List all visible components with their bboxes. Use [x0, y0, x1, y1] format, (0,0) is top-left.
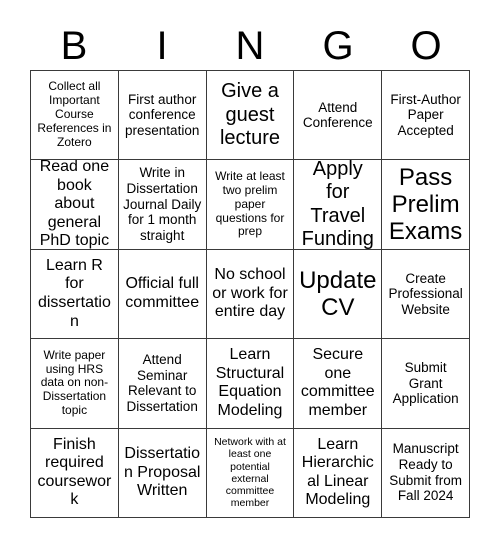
bingo-cell-r3c3[interactable]: No school or work for entire day [206, 249, 295, 340]
bingo-cell-label: Learn Hierarchical Linear Modeling [301, 435, 374, 509]
bingo-cell-label: Write paper using HRS data on non-Disser… [40, 347, 109, 418]
bingo-cell-r2c5[interactable]: Pass Prelim Exams [382, 160, 470, 250]
bingo-cell-label: Update CV [299, 266, 377, 321]
bingo-cell-r2c4[interactable]: Apply for Travel Funding [294, 160, 383, 250]
bingo-cell-label: Apply for Travel Funding [301, 160, 374, 250]
bingo-cell-r4c3[interactable]: Learn Structural Equation Modeling [206, 339, 295, 429]
bingo-cell-label: No school or work for entire day [212, 266, 288, 321]
bingo-letter-o: O [410, 24, 442, 68]
bingo-cell-label: Read one book about general PhD topic [39, 160, 110, 250]
bingo-letter-g: G [322, 24, 354, 68]
bingo-cell-label: Collect all Important Course References … [37, 79, 112, 150]
bingo-header: B I N G O [30, 22, 470, 70]
bingo-cell-r5c1[interactable]: Finish required coursework [31, 428, 119, 518]
bingo-card: B I N G O Collect all Important Course R… [0, 0, 500, 544]
bingo-cell-label: Create Professional Website [388, 270, 463, 317]
bingo-cell-label: Finish required coursework [37, 435, 112, 509]
bingo-cell-label: Write at least two prelim paper question… [215, 168, 285, 239]
bingo-letter-b: B [60, 24, 88, 68]
bingo-cell-label: First author conference presentation [125, 91, 200, 139]
bingo-cell-label: Network with at least one potential exte… [214, 436, 286, 510]
bingo-cell-r1c4[interactable]: Attend Conference [294, 71, 383, 161]
bingo-cell-r1c5[interactable]: First-Author Paper Accepted [382, 71, 470, 161]
bingo-cell-r4c2[interactable]: Attend Seminar Relevant to Dissertation [118, 339, 207, 429]
bingo-cell-label: Official full committee [125, 275, 200, 311]
bingo-cell-r2c2[interactable]: Write in Dissertation Journal Daily for … [118, 160, 207, 250]
bingo-cell-label: Pass Prelim Exams [388, 163, 463, 246]
bingo-cell-label: Write in Dissertation Journal Daily for … [123, 165, 202, 244]
bingo-cell-label: First-Author Paper Accepted [390, 91, 461, 139]
bingo-cell-r5c5[interactable]: Manuscript Ready to Submit from Fall 202… [382, 428, 470, 518]
bingo-cell-r2c1[interactable]: Read one book about general PhD topic [31, 160, 119, 250]
bingo-cell-r1c2[interactable]: First author conference presentation [118, 71, 207, 161]
bingo-cell-r2c3[interactable]: Write at least two prelim paper question… [206, 160, 295, 250]
bingo-cell-r3c1[interactable]: Learn R for dissertation [31, 249, 119, 340]
bingo-cell-label: Secure one committee member [300, 346, 375, 419]
bingo-cell-r1c3[interactable]: Give a guest lecture [206, 71, 295, 161]
bingo-cell-r5c2[interactable]: Dissertation Proposal Written [118, 428, 207, 518]
bingo-cell-r4c1[interactable]: Write paper using HRS data on non-Disser… [31, 339, 119, 429]
bingo-cell-label: Learn Structural Equation Modeling [215, 346, 285, 419]
bingo-cell-r5c4[interactable]: Learn Hierarchical Linear Modeling [294, 428, 383, 518]
bingo-letter-i: I [156, 24, 168, 68]
bingo-cell-r5c3[interactable]: Network with at least one potential exte… [206, 428, 295, 518]
bingo-cell-r4c5[interactable]: Submit Grant Application [382, 339, 470, 429]
bingo-cell-label: Submit Grant Application [392, 359, 459, 407]
bingo-cell-label: Learn R for dissertation [37, 256, 111, 330]
bingo-cell-r3c2[interactable]: Official full committee [118, 249, 207, 340]
bingo-cell-r4c4[interactable]: Secure one committee member [294, 339, 383, 429]
bingo-cell-r3c5[interactable]: Create Professional Website [382, 249, 470, 340]
bingo-cell-r3c4[interactable]: Update CV [294, 249, 383, 340]
bingo-cell-label: Attend Seminar Relevant to Dissertation [126, 352, 198, 415]
bingo-cell-label: Attend Conference [302, 99, 373, 131]
bingo-grid: Collect all Important Course References … [30, 70, 470, 518]
bingo-letter-n: N [235, 24, 265, 68]
bingo-cell-r1c1[interactable]: Collect all Important Course References … [31, 71, 119, 161]
bingo-cell-label: Dissertation Proposal Written [123, 444, 201, 500]
bingo-cell-label: Give a guest lecture [219, 80, 280, 149]
bingo-cell-label: Manuscript Ready to Submit from Fall 202… [389, 441, 462, 504]
